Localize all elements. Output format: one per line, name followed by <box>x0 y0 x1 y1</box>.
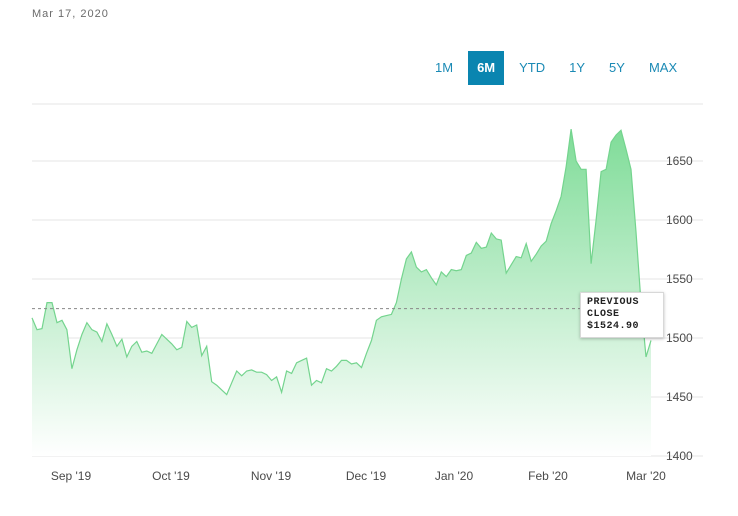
previous-close-value: $1524.90 <box>587 321 640 332</box>
y-tick-label: 1550 <box>666 272 693 286</box>
x-tick-label: Dec '19 <box>346 469 387 483</box>
x-tick-label: Nov '19 <box>251 469 292 483</box>
y-tick-label: 1600 <box>666 213 693 227</box>
y-tick-label: 1400 <box>666 449 693 463</box>
previous-close-label-2: CLOSE <box>587 309 620 320</box>
x-tick-label: Jan '20 <box>435 469 474 483</box>
y-tick-label: 1650 <box>666 154 693 168</box>
y-tick-label: 1500 <box>666 331 693 345</box>
previous-close-label-1: PREVIOUS <box>587 297 640 308</box>
x-tick-label: Sep '19 <box>51 469 92 483</box>
x-tick-label: Oct '19 <box>152 469 190 483</box>
x-tick-label: Feb '20 <box>528 469 568 483</box>
previous-close-tooltip: PREVIOUS CLOSE $1524.90 <box>580 292 664 338</box>
price-chart[interactable]: 1400 1450 1500 1550 1600 1650 Sep '19 Oct '19 No… <box>0 0 738 516</box>
price-area <box>32 129 651 456</box>
x-tick-label: Mar '20 <box>626 469 666 483</box>
y-tick-label: 1450 <box>666 390 693 404</box>
